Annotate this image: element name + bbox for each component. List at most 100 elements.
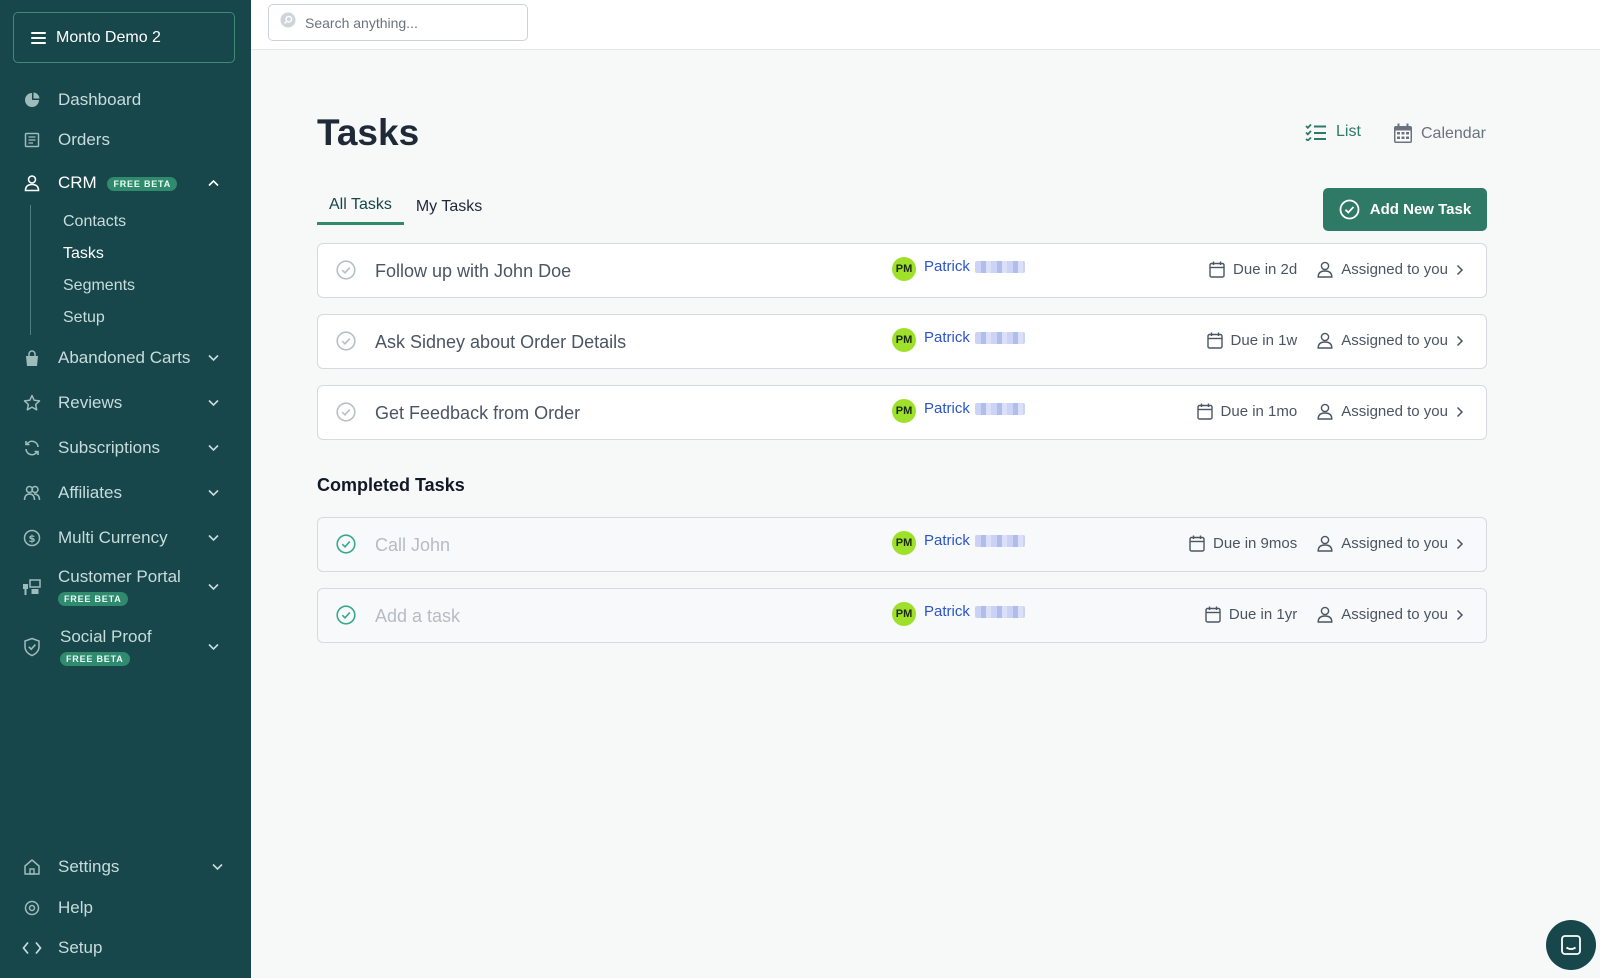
task-title: Call John: [375, 535, 451, 555]
calendar-icon: [1393, 123, 1413, 144]
task-due: Due in 1mo: [1220, 403, 1298, 420]
add-new-task-label: Add New Task: [1369, 201, 1472, 218]
tab-my-tasks[interactable]: My Tasks: [404, 190, 494, 225]
chevron-down-icon[interactable]: [207, 487, 219, 499]
task-complete-toggle-icon[interactable]: [336, 331, 356, 351]
star-icon: [22, 393, 42, 413]
sidebar-item-abandoned-carts[interactable]: Abandoned Carts: [0, 346, 251, 370]
search-box[interactable]: [268, 4, 528, 41]
user-icon: [1317, 403, 1333, 420]
redacted-surname: [975, 535, 1025, 547]
owner-link[interactable]: Patrick: [924, 532, 970, 549]
code-icon: [22, 938, 42, 958]
top-bar: [251, 0, 1600, 50]
sidebar-item-subscriptions[interactable]: Subscriptions: [0, 436, 251, 460]
search-icon: [280, 12, 296, 33]
chevron-up-icon[interactable]: [207, 177, 219, 189]
tab-all-tasks[interactable]: All Tasks: [317, 190, 404, 225]
sidebar-item-label: Dashboard: [58, 90, 142, 109]
search-input[interactable]: [305, 14, 505, 31]
task-assignee: Assigned to you: [1341, 332, 1448, 349]
task-completed-check-icon[interactable]: [336, 534, 356, 554]
chevron-right-icon[interactable]: [1456, 538, 1464, 550]
owner-link[interactable]: Patrick: [924, 400, 970, 417]
sidebar-item-help[interactable]: Help: [0, 896, 251, 920]
sidebar-subitem-segments[interactable]: Segments: [63, 277, 135, 295]
task-row[interactable]: Add a task PM Patrick Due in 1yr Assigned to…: [317, 588, 1487, 643]
redacted-surname: [975, 606, 1025, 618]
portal-icon: [22, 577, 42, 597]
sidebar-subitem-tasks[interactable]: Tasks: [63, 245, 104, 263]
completed-tasks-heading: Completed Tasks: [317, 475, 465, 495]
sidebar-item-label: Customer Portal: [58, 567, 181, 586]
task-complete-toggle-icon[interactable]: [336, 402, 356, 422]
sidebar-item-affiliates[interactable]: Affiliates: [0, 481, 251, 505]
sidebar-item-label: Subscriptions: [58, 438, 161, 457]
task-row[interactable]: Ask Sidney about Order Details PM Patrick D…: [317, 314, 1487, 369]
redacted-surname: [975, 261, 1025, 273]
sidebar-item-social-proof[interactable]: Social Proof FREE BETA: [0, 627, 251, 667]
menu-icon: [31, 31, 46, 44]
receipt-icon: [22, 130, 42, 150]
owner-link[interactable]: Patrick: [924, 258, 970, 275]
sidebar-item-orders[interactable]: Orders: [0, 128, 251, 152]
task-tabs: All Tasks My Tasks: [317, 190, 494, 225]
task-complete-toggle-icon[interactable]: [336, 260, 356, 280]
chevron-down-icon[interactable]: [207, 641, 219, 653]
chevron-down-icon[interactable]: [207, 397, 219, 409]
sidebar-item-label: Affiliates: [58, 483, 122, 502]
sidebar-item-settings[interactable]: Settings: [0, 855, 251, 879]
sidebar-item-multi-currency[interactable]: $ Multi Currency: [0, 526, 251, 550]
chevron-down-icon[interactable]: [207, 532, 219, 544]
calendar-icon: [1205, 606, 1221, 623]
free-beta-badge: FREE BETA: [58, 591, 128, 606]
owner-link[interactable]: Patrick: [924, 329, 970, 346]
owner-link[interactable]: Patrick: [924, 603, 970, 620]
calendar-view-label: Calendar: [1421, 124, 1486, 142]
calendar-icon: [1209, 261, 1225, 278]
task-assignee: Assigned to you: [1341, 261, 1448, 278]
sidebar-subitem-contacts[interactable]: Contacts: [63, 213, 126, 231]
chevron-right-icon[interactable]: [1456, 335, 1464, 347]
calendar-view-toggle[interactable]: Calendar: [1393, 123, 1486, 144]
chat-icon: [1561, 935, 1581, 955]
sidebar-item-dashboard[interactable]: Dashboard: [0, 88, 251, 112]
chevron-down-icon[interactable]: [207, 581, 219, 593]
task-row[interactable]: Call John PM Patrick Due in 9mos Assigned to…: [317, 517, 1487, 572]
sidebar-item-label: Setup: [58, 938, 103, 957]
task-due: Due in 9mos: [1213, 535, 1298, 552]
task-assignee: Assigned to you: [1341, 403, 1448, 420]
task-completed-check-icon[interactable]: [336, 605, 356, 625]
task-row[interactable]: Get Feedback from Order PM Patrick Due in 1…: [317, 385, 1487, 440]
list-view-toggle[interactable]: List: [1305, 123, 1361, 141]
shield-check-icon: [22, 637, 42, 657]
add-new-task-button[interactable]: Add New Task: [1323, 188, 1487, 231]
sidebar-item-label: CRM: [58, 173, 97, 192]
chevron-right-icon[interactable]: [1456, 406, 1464, 418]
redacted-surname: [975, 332, 1025, 344]
users-icon: [22, 483, 42, 503]
task-assignee: Assigned to you: [1341, 606, 1448, 623]
sidebar-item-customer-portal[interactable]: Customer Portal FREE BETA: [0, 567, 251, 607]
sidebar-item-crm[interactable]: CRM FREE BETA: [0, 170, 251, 196]
task-row[interactable]: Follow up with John Doe PM Patrick Due in 2…: [317, 243, 1487, 298]
list-view-label: List: [1336, 123, 1361, 140]
list-icon: [1305, 123, 1327, 141]
sidebar-item-label: Social Proof: [60, 627, 152, 646]
chat-launcher-button[interactable]: [1546, 920, 1596, 970]
sidebar-item-reviews[interactable]: Reviews: [0, 391, 251, 415]
user-icon: [1317, 606, 1333, 623]
chevron-down-icon[interactable]: [207, 352, 219, 364]
chevron-down-icon[interactable]: [211, 861, 223, 873]
task-due: Due in 2d: [1233, 261, 1298, 278]
store-name: Monto Demo 2: [56, 28, 161, 46]
chevron-down-icon[interactable]: [207, 442, 219, 454]
page-title: Tasks: [317, 112, 420, 153]
store-switcher-button[interactable]: Monto Demo 2: [13, 12, 235, 63]
chevron-right-icon[interactable]: [1456, 609, 1464, 621]
owner-avatar: PM: [892, 328, 916, 352]
chevron-right-icon[interactable]: [1456, 264, 1464, 276]
owner-avatar: PM: [892, 602, 916, 626]
sidebar-item-setup[interactable]: Setup: [0, 936, 251, 960]
sidebar-subitem-setup[interactable]: Setup: [63, 309, 105, 327]
